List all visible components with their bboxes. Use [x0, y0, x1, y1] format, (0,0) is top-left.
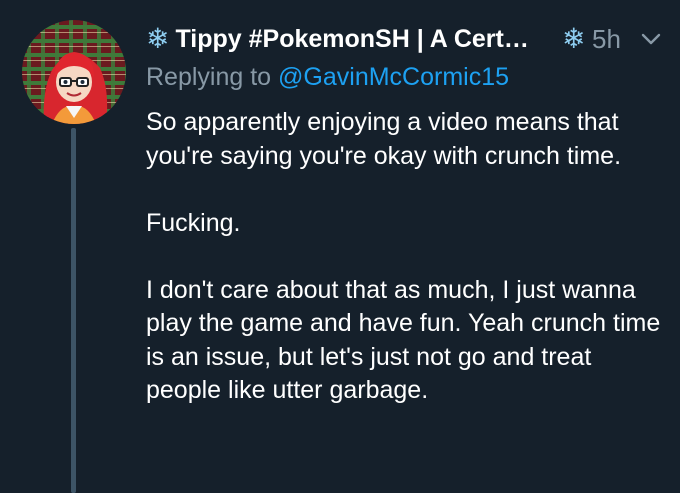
reply-mention-link[interactable]: @GavinMcCormic15 — [278, 63, 509, 91]
replying-to: Replying to @GavinMcCormic15 — [146, 62, 509, 92]
replying-prefix: Replying to — [146, 63, 279, 91]
snowflake-icon: ❄ — [146, 23, 170, 54]
tweet-paragraph: I don't care about that as much, I just … — [146, 275, 661, 405]
chevron-down-icon[interactable] — [640, 30, 662, 48]
snowflake-icon: ❄ — [562, 23, 586, 54]
avatar[interactable] — [22, 20, 126, 124]
avatar-image — [22, 20, 126, 124]
tweet-text: So apparently enjoying a video means tha… — [146, 106, 666, 408]
tweet-paragraph: So apparently enjoying a video means tha… — [146, 108, 622, 170]
tweet-paragraph: Fucking. — [146, 208, 241, 237]
author-name-row[interactable]: ❄ Tippy #PokemonSH | A Cert… — [146, 24, 529, 54]
tweet-header: ❄ Tippy #PokemonSH | A Cert… ❄ 5h — [146, 24, 676, 58]
timestamp[interactable]: 5h — [592, 24, 621, 54]
display-name[interactable]: Tippy #PokemonSH | A Cert… — [175, 24, 528, 54]
thread-line — [71, 128, 76, 493]
